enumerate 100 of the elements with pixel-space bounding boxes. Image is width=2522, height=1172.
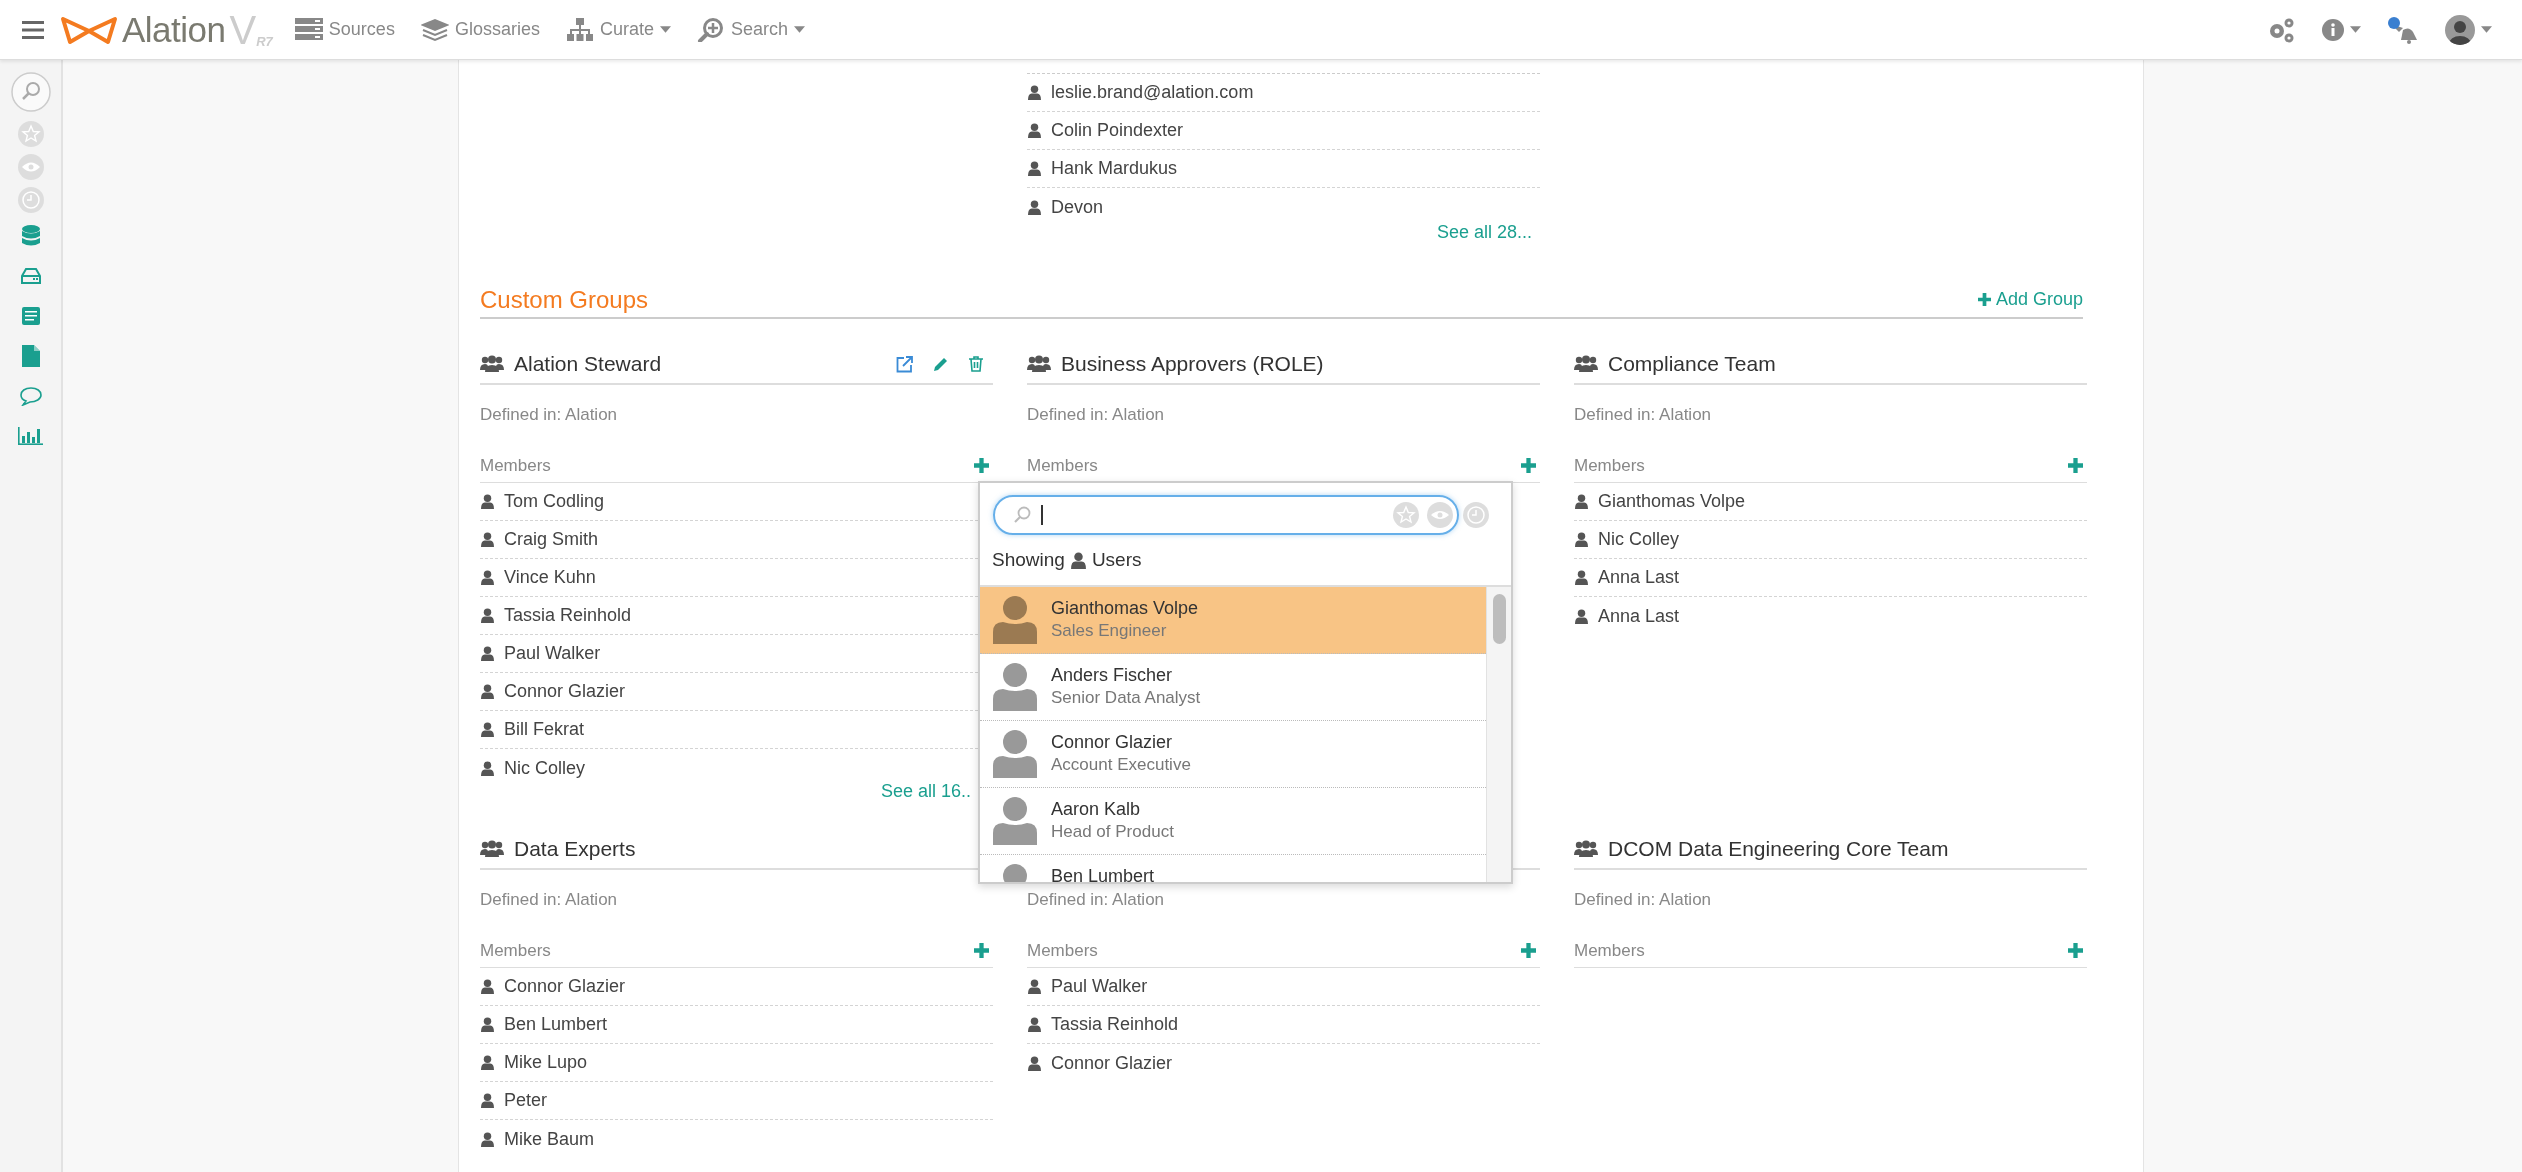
plus-icon[interactable] [1977, 293, 1991, 306]
member-name: Craig Smith [504, 529, 599, 550]
nav-link[interactable]: Search [696, 17, 805, 42]
user-icon [1028, 1055, 1041, 1071]
group-icon [1574, 840, 1598, 858]
member-name: Ben Lumbert [504, 1014, 608, 1035]
user-icon [481, 1093, 494, 1108]
group-icon [1027, 355, 1051, 373]
user-title: Sales Engineer [1051, 621, 1168, 641]
member-name: Paul Walker [504, 643, 601, 664]
trash-icon[interactable] [969, 356, 983, 372]
menu-icon[interactable] [22, 20, 44, 39]
add-member-icon[interactable] [974, 943, 989, 958]
caret-icon [794, 26, 805, 33]
comment-icon[interactable] [19, 386, 42, 406]
person-icon [993, 730, 1037, 778]
user-icon [1028, 85, 1041, 100]
info-button[interactable] [2322, 18, 2361, 41]
member-name: Peter [504, 1090, 548, 1111]
user-result[interactable]: Ben Lumbert [980, 855, 1486, 882]
user-icon [1028, 199, 1041, 215]
member-name: Nic Colley [504, 757, 586, 779]
user-name: Connor Glazier [1051, 732, 1174, 753]
defined-in-text: Defined in: Alation [1574, 404, 1713, 426]
caret-icon [2350, 26, 2361, 33]
member-name: Connor Glazier [504, 681, 626, 702]
member-name: Anna Last [1598, 567, 1680, 588]
avatar-icon [2445, 14, 2475, 45]
database-icon[interactable] [21, 225, 40, 247]
add-member-icon[interactable] [2068, 458, 2083, 473]
members-label: Members [480, 455, 551, 476]
members-label: Members [1027, 455, 1098, 476]
user-icon [481, 684, 494, 699]
user-icon [481, 608, 494, 623]
user-result[interactable]: Connor Glazier Account Executive [980, 721, 1486, 788]
text-cursor [1041, 505, 1043, 525]
search-icon [696, 17, 725, 42]
user-icon [1575, 570, 1588, 585]
person-icon [993, 596, 1037, 644]
member-name: Tom Codling [504, 491, 605, 512]
user-title: Senior Data Analyst [1051, 688, 1201, 708]
user-icon [481, 722, 494, 737]
profile-button[interactable] [2445, 14, 2492, 45]
member-name: Paul Walker [1051, 976, 1148, 997]
server-icon [294, 17, 323, 42]
nav-link[interactable]: Curate [565, 17, 671, 42]
group-name: Alation Steward [514, 352, 662, 376]
search-field[interactable] [993, 495, 1459, 535]
see-all-link[interactable]: See all 28... [1436, 220, 1532, 244]
member-name: Mike Lupo [504, 1052, 588, 1073]
member-name: Devon [1051, 196, 1104, 218]
user-result[interactable]: Gianthomas Volpe Sales Engineer [980, 587, 1486, 654]
user-icon [1028, 161, 1041, 176]
user-icon [481, 532, 494, 547]
members-label: Members [1027, 940, 1098, 961]
user-icon [1028, 1017, 1041, 1032]
drive-icon[interactable] [20, 268, 41, 284]
members-label: Members [1574, 455, 1645, 476]
user-result[interactable]: Anders Fischer Senior Data Analyst [980, 654, 1486, 721]
pencil-icon[interactable] [933, 356, 949, 372]
scrollbar-thumb[interactable] [1493, 594, 1506, 644]
bar-chart-icon[interactable] [18, 427, 43, 445]
add-member-icon[interactable] [974, 458, 989, 473]
external-link-icon[interactable] [896, 355, 913, 373]
user-icon [481, 1131, 494, 1147]
user-result[interactable]: Aaron Kalb Head of Product [980, 788, 1486, 855]
member-name: Mike Baum [504, 1128, 595, 1150]
add-member-icon[interactable] [1521, 943, 1536, 958]
group-name: Business Approvers (ROLE) [1061, 352, 1324, 376]
books-icon [420, 17, 449, 42]
group-name: Compliance Team [1608, 352, 1776, 376]
user-name: Ben Lumbert [1051, 866, 1155, 882]
add-group-link[interactable]: Add Group [1977, 289, 2083, 310]
see-all-link[interactable]: See all 16.. [880, 779, 971, 803]
table-icon[interactable] [21, 307, 40, 325]
add-member-icon[interactable] [1521, 458, 1536, 473]
search-icon[interactable] [10, 72, 51, 112]
user-icon [1028, 123, 1041, 138]
nav-link[interactable]: Glossaries [420, 17, 540, 42]
member-name: Gianthomas Volpe [1598, 491, 1746, 512]
nav-link[interactable]: Sources [294, 17, 395, 42]
logo-text: Alation [122, 9, 226, 50]
member-name: Anna Last [1598, 605, 1680, 627]
user-icon [481, 570, 494, 585]
document-icon[interactable] [21, 345, 40, 367]
user-title: Head of Product [1051, 822, 1174, 842]
user-icon [481, 1055, 494, 1070]
notification-icon[interactable] [2387, 15, 2419, 44]
user-name: Gianthomas Volpe [1051, 598, 1199, 619]
add-member-icon[interactable] [2068, 943, 2083, 958]
hierarchy-icon [565, 17, 594, 42]
member-name: Vince Kuhn [504, 567, 596, 588]
person-icon [993, 797, 1037, 845]
group-name: DCOM Data Engineering Core Team [1608, 837, 1949, 861]
person-icon [993, 663, 1037, 711]
info-icon [2322, 18, 2344, 41]
showing-label: Showing [992, 549, 1065, 571]
member-name: Hank Mardukus [1051, 158, 1178, 179]
defined-in-text: Defined in: Alation [1574, 889, 1713, 911]
user-icon [1575, 608, 1588, 624]
